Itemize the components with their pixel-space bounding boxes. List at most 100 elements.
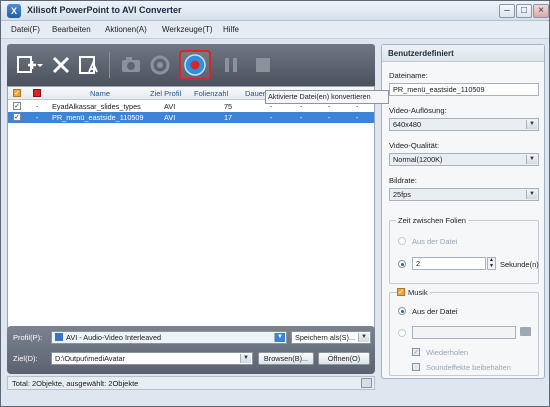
profile-combo[interactable]: AVI - Audio-Video Interleaved ▼	[51, 331, 287, 344]
music-from-file-radio[interactable]	[398, 307, 406, 315]
music-from-file-label: Aus der Datei	[412, 307, 458, 316]
timing-from-file-radio[interactable]	[398, 237, 406, 245]
row-slides: 75	[224, 102, 233, 111]
slide-timing-title: Zeit zwischen Folien	[396, 216, 468, 225]
convert-icon	[184, 54, 206, 76]
row-cell: -	[300, 113, 303, 122]
pause-icon[interactable]	[218, 52, 244, 78]
framerate-value: 25fps	[393, 190, 411, 199]
seconds-unit-label: Sekunde(n)	[500, 260, 539, 269]
settings-icon[interactable]	[147, 52, 173, 78]
column-slides[interactable]: Folienzahl	[194, 89, 228, 98]
column-name[interactable]: Name	[90, 89, 110, 98]
framerate-label: Bildrate:	[389, 176, 417, 185]
browse-button[interactable]: Browsen(B)...	[258, 352, 314, 365]
framerate-select[interactable]: 25fps ▼	[389, 188, 539, 201]
save-as-label: Speichern als(S)...	[295, 333, 356, 342]
music-file-input[interactable]	[412, 326, 516, 339]
music-group: ✓ Musik Aus der Datei ✓ Wiederholen Soun…	[389, 288, 539, 376]
column-duration[interactable]: Dauer	[245, 89, 265, 98]
keep-sfx-checkbox[interactable]	[412, 363, 420, 371]
timing-from-file-label: Aus der Datei	[412, 237, 458, 246]
select-all-checkbox[interactable]: ✓	[13, 89, 21, 97]
chevron-down-icon[interactable]: ▼	[526, 190, 537, 199]
filename-input[interactable]: PR_menü_eastside_110509	[389, 83, 539, 96]
row-profile: AVI	[164, 113, 176, 122]
menu-tools[interactable]: Werkzeuge(T)	[162, 25, 213, 34]
row-checkbox[interactable]: ✓	[13, 113, 21, 121]
resolution-value: 640x480	[393, 120, 421, 129]
output-settings-box: Profil(P): AVI - Audio-Video Interleaved…	[7, 326, 375, 374]
resolution-label: Video-Auflösung:	[389, 106, 447, 115]
seconds-input[interactable]: 2	[412, 257, 486, 270]
snapshot-icon[interactable]	[118, 52, 144, 78]
title-bar[interactable]: X Xilisoft PowerPoint to AVI Converter –…	[1, 1, 549, 21]
resolution-select[interactable]: 640x480 ▼	[389, 118, 539, 131]
stop-icon[interactable]	[250, 52, 276, 78]
target-folder-value: D:\Output\mediAvatar	[55, 354, 126, 363]
target-folder-field[interactable]: D:\Output\mediAvatar ▼	[51, 352, 253, 365]
save-as-button[interactable]: Speichern als(S)... ▼	[291, 331, 371, 344]
row-profile: AVI	[164, 102, 176, 111]
clear-icon[interactable]	[76, 52, 102, 78]
profile-icon	[55, 333, 63, 341]
repeat-checkbox[interactable]: ✓	[412, 348, 420, 356]
repeat-label: Wiederholen	[426, 348, 469, 357]
keep-sfx-label: Soundeffekte beibehalten	[426, 363, 511, 372]
row-cell: -	[328, 113, 331, 122]
music-title: Musik	[406, 288, 430, 297]
chevron-down-icon[interactable]: ▼	[240, 354, 251, 363]
row-slides: 17	[224, 113, 233, 122]
chevron-down-icon[interactable]: ▼	[526, 155, 537, 164]
chevron-down-icon[interactable]: ▼	[358, 333, 369, 342]
row-cell: -	[356, 113, 359, 122]
window-title: Xilisoft PowerPoint to AVI Converter	[27, 5, 182, 15]
settings-panel: Benutzerdefiniert Dateiname: PR_menü_eas…	[381, 44, 545, 379]
minimize-button[interactable]: –	[499, 4, 515, 18]
toolbar-divider	[109, 52, 110, 78]
music-custom-radio[interactable]	[398, 329, 406, 337]
toolbar	[7, 44, 375, 86]
quality-value: Normal(1200K)	[393, 155, 443, 164]
menu-file[interactable]: Datei(F)	[11, 25, 40, 34]
row-checkbox[interactable]: ✓	[13, 102, 21, 110]
menu-bar: Datei(F) Bearbeiten Aktionen(A) Werkzeug…	[1, 21, 549, 39]
timing-seconds-radio[interactable]	[398, 260, 406, 268]
app-window: X Xilisoft PowerPoint to AVI Converter –…	[0, 0, 550, 407]
status-bar: Total: 2Objekte, ausgewählt: 2Objekte	[7, 376, 375, 390]
quality-select[interactable]: Normal(1200K) ▼	[389, 153, 539, 166]
file-list[interactable]: ✓ Name Ziel Profil Folienzahl Dauer ✓ - …	[7, 86, 375, 348]
row-name: EyadAlkassar_slides_types	[52, 102, 141, 111]
target-label: Ziel(D):	[13, 354, 38, 363]
music-checkbox[interactable]: ✓	[397, 288, 405, 296]
status-text: Total: 2Objekte, ausgewählt: 2Objekte	[12, 379, 139, 388]
profile-label: Profil(P):	[13, 333, 43, 342]
filename-label: Dateiname:	[389, 71, 428, 80]
chevron-down-icon[interactable]: ▼	[526, 120, 537, 129]
convert-button[interactable]	[179, 50, 211, 80]
folder-icon[interactable]	[520, 327, 531, 336]
row-status: -	[36, 113, 39, 122]
dropdown-arrow-icon[interactable]	[35, 52, 45, 78]
column-profile[interactable]: Ziel Profil	[150, 89, 181, 98]
panel-toggle-icon[interactable]	[361, 378, 372, 388]
profile-value: AVI - Audio-Video Interleaved	[66, 333, 162, 342]
slide-timing-group: Zeit zwischen Folien Aus der Datei 2 ▲ ▼ …	[389, 216, 539, 284]
open-folder-button[interactable]: Öffnen(O)	[318, 352, 370, 365]
app-logo-icon: X	[7, 4, 21, 18]
menu-actions[interactable]: Aktionen(A)	[105, 25, 147, 34]
table-row[interactable]: ✓ - PR_menü_eastside_110509 AVI 17 - - -…	[8, 112, 374, 123]
row-duration: -	[270, 113, 273, 122]
status-flag-icon	[33, 89, 41, 97]
convert-tooltip: Aktivierte Datei(en) konvertieren	[265, 90, 389, 104]
menu-help[interactable]: Hilfe	[223, 25, 239, 34]
chevron-down-icon[interactable]: ▼	[274, 333, 285, 342]
row-status: -	[36, 102, 39, 111]
maximize-button[interactable]: □	[516, 4, 532, 18]
settings-title: Benutzerdefiniert	[382, 45, 544, 62]
seconds-spinner[interactable]: ▲ ▼	[487, 257, 496, 270]
close-button[interactable]: ×	[533, 4, 549, 18]
row-name: PR_menü_eastside_110509	[52, 113, 144, 122]
menu-edit[interactable]: Bearbeiten	[52, 25, 91, 34]
delete-icon[interactable]	[48, 52, 74, 78]
